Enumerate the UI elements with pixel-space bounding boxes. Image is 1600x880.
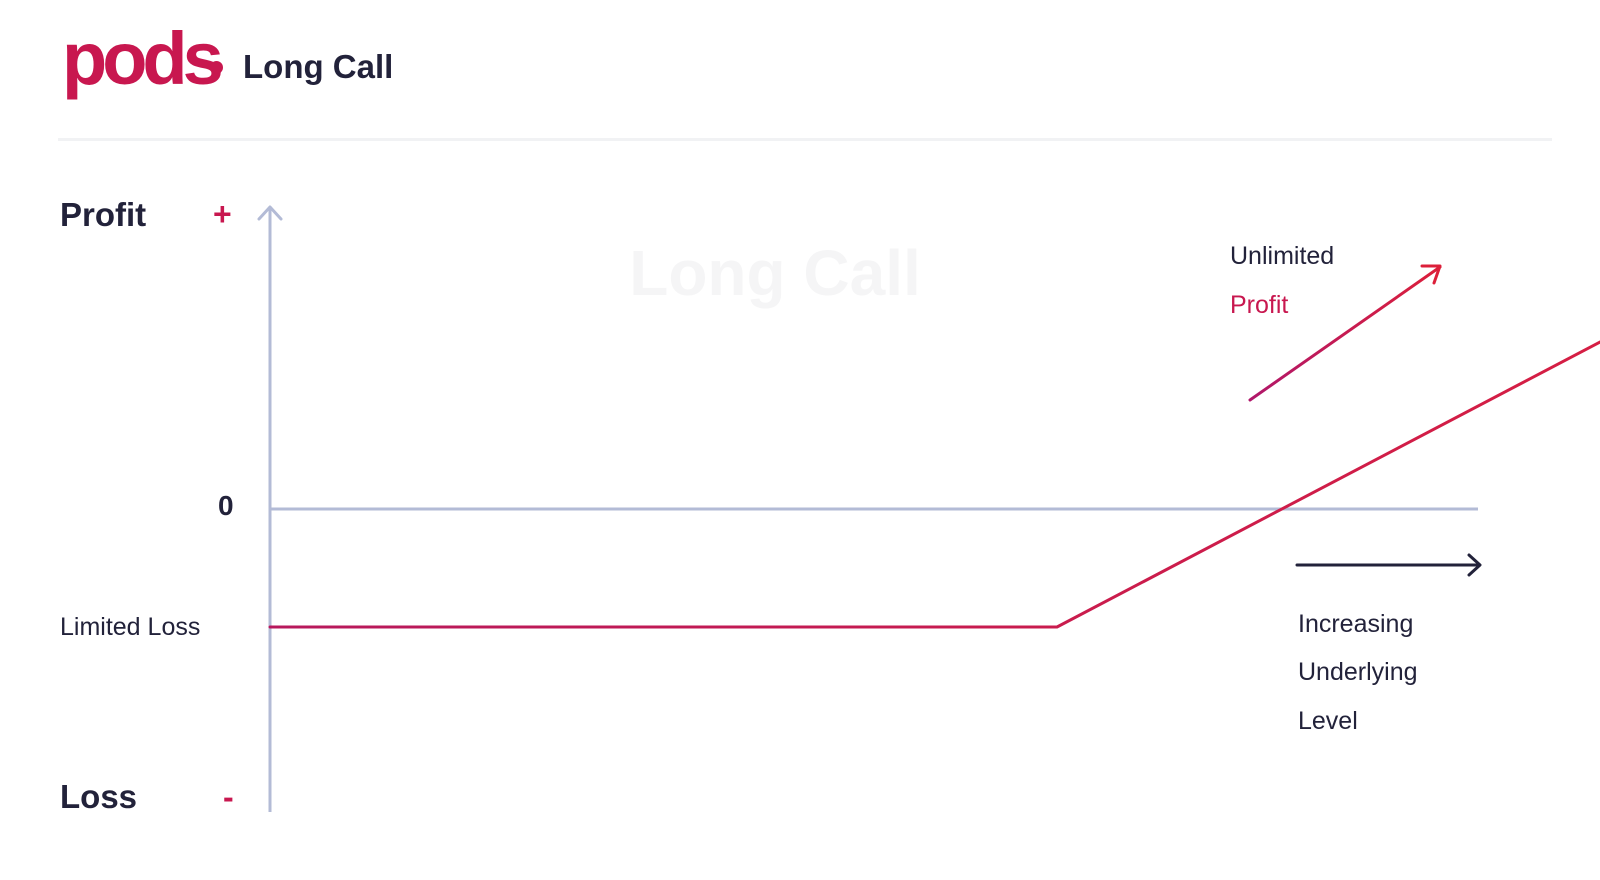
level-label: Level <box>1298 707 1358 735</box>
y-axis-loss-label: Loss <box>60 778 137 815</box>
unlimited-profit-label: Profit <box>1230 291 1288 319</box>
increasing-label: Increasing <box>1298 610 1413 638</box>
watermark-text: Long Call <box>629 237 921 309</box>
y-axis-minus-sign: - <box>223 779 234 815</box>
unlimited-profit-arrow-line <box>1248 265 1442 402</box>
y-axis-plus-sign: + <box>213 196 232 232</box>
zero-tick-label: 0 <box>218 490 234 521</box>
long-call-payoff-diagram: Long Call Profit + Loss - 0 Limited Loss… <box>60 196 1600 815</box>
limited-loss-label: Limited Loss <box>60 613 200 641</box>
underlying-label: Underlying <box>1298 658 1418 686</box>
unlimited-label: Unlimited <box>1230 242 1334 270</box>
y-axis-profit-label: Profit <box>60 196 146 233</box>
